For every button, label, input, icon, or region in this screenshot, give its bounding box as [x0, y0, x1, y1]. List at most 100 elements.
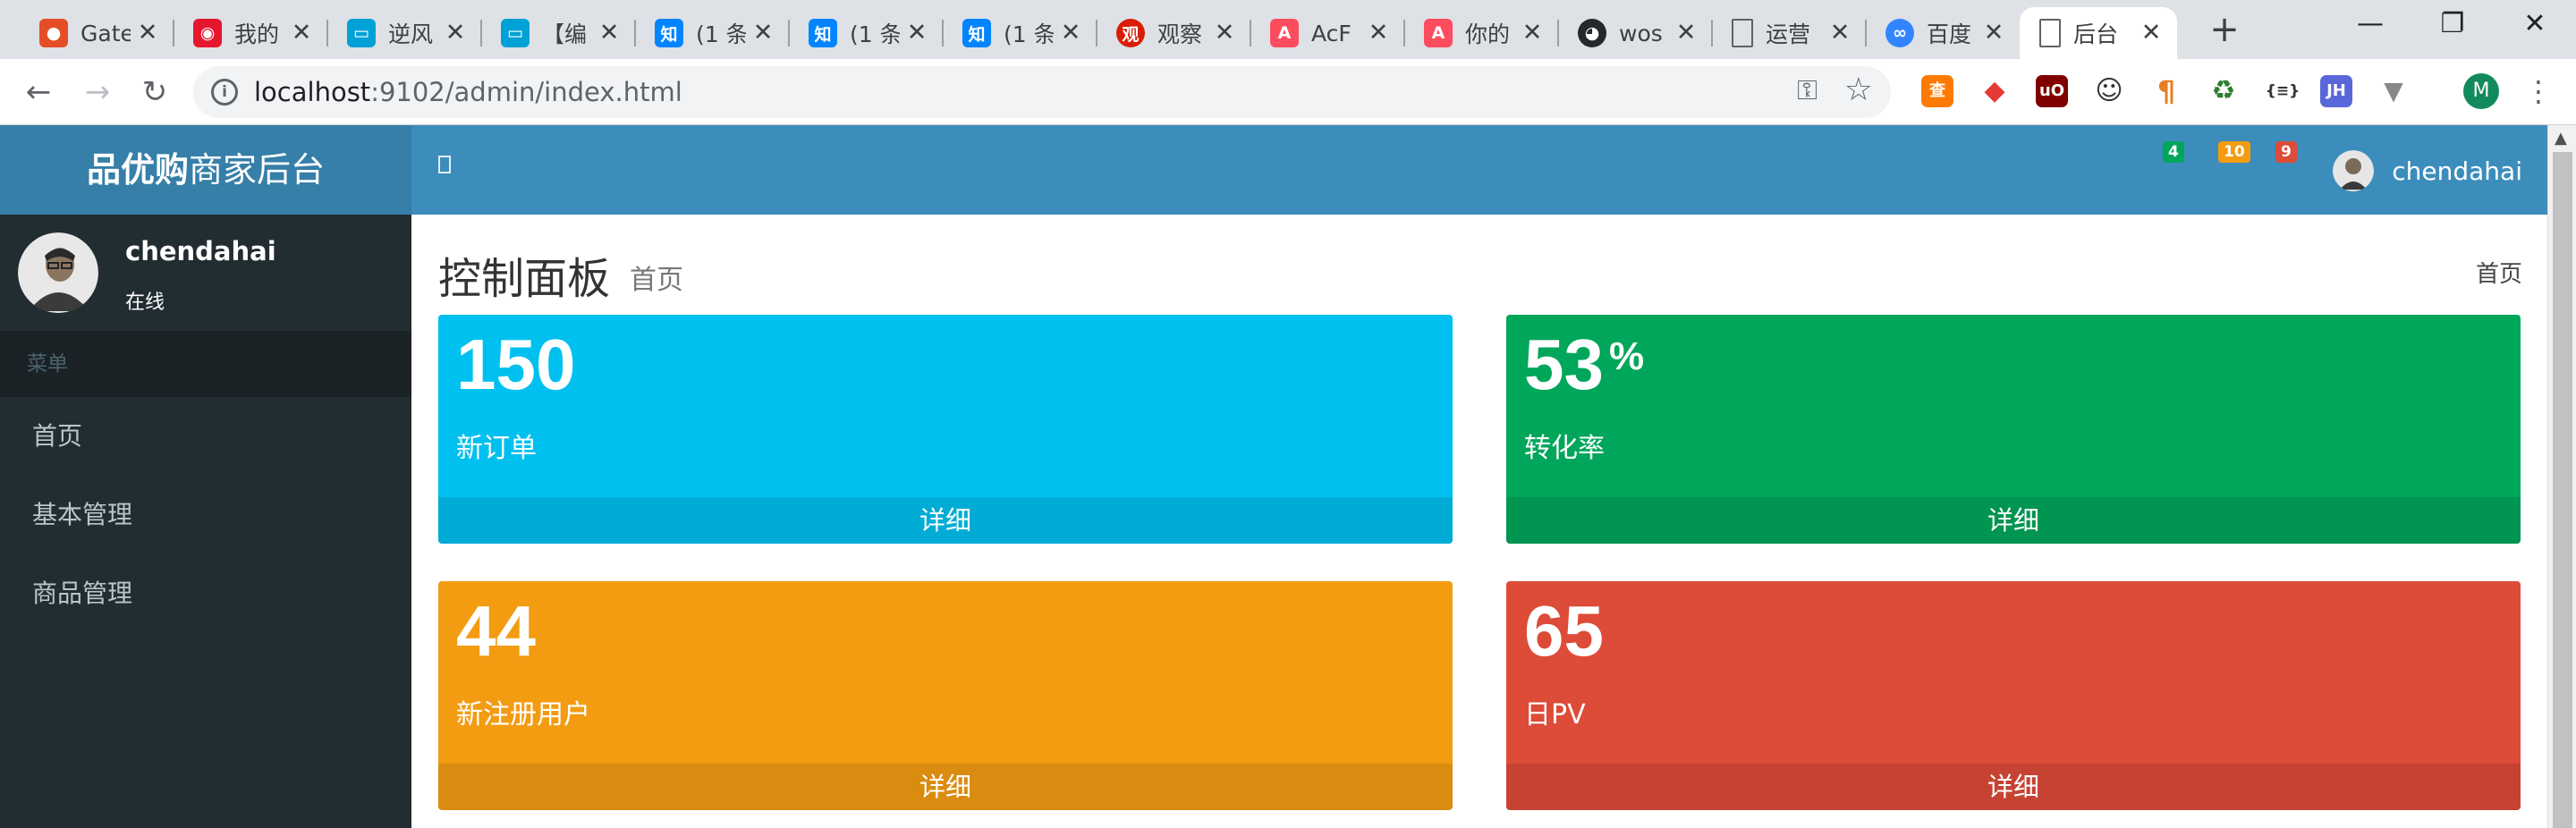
forward-button[interactable]: →	[77, 73, 118, 111]
reload-button[interactable]: ↻	[134, 73, 175, 111]
close-tab-icon[interactable]: ✕	[2138, 20, 2165, 46]
stat-label: 新注册用户	[456, 699, 590, 731]
stat-more-link[interactable]: 详细	[438, 497, 1453, 544]
close-tab-icon[interactable]: ✕	[134, 20, 161, 46]
messages-badge[interactable]: 4	[2163, 141, 2184, 163]
close-tab-icon[interactable]: ✕	[1980, 20, 2007, 46]
sidebar-item-goods-management[interactable]: 商品管理	[0, 554, 411, 633]
close-tab-icon[interactable]: ✕	[903, 20, 930, 46]
github-icon: ◕	[1578, 19, 1606, 47]
browser-tab-active[interactable]: 后台 ✕	[2020, 7, 2177, 59]
address-bar[interactable]: i localhost:9102/admin/index.html ⚿ ☆	[193, 66, 1891, 118]
browser-tab[interactable]: A AcF ✕	[1250, 7, 1405, 59]
restore-button[interactable]: ❐	[2420, 5, 2485, 43]
url-host: localhost	[254, 77, 371, 107]
extension-json-icon[interactable]: {≡}	[2261, 75, 2304, 107]
stat-label: 日PV	[1524, 699, 1586, 731]
stat-more-link[interactable]: 详细	[1506, 497, 2521, 544]
url-path: :9102/admin/index.html	[370, 77, 682, 107]
baidu-pan-icon: ∞	[1885, 19, 1914, 47]
zhihu-icon: 知	[962, 19, 991, 47]
browser-tab[interactable]: ◉ 我的 ✕	[174, 7, 328, 59]
stat-more-link[interactable]: 详细	[1506, 764, 2521, 810]
site-info-icon[interactable]: i	[211, 79, 238, 106]
stat-label: 转化率	[1524, 433, 1605, 464]
user-avatar	[2333, 150, 2375, 191]
extension-chazidian-icon[interactable]: 查	[1921, 75, 1953, 107]
url-text[interactable]: localhost:9102/admin/index.html	[254, 77, 682, 107]
window-close-button[interactable]: ✕	[2503, 5, 2567, 43]
close-tab-icon[interactable]: ✕	[596, 20, 623, 46]
scrollbar-thumb[interactable]	[2553, 152, 2572, 828]
page-subtitle: 首页	[630, 265, 683, 296]
document-icon	[2039, 19, 2061, 47]
close-tab-icon[interactable]: ✕	[1519, 20, 1546, 46]
browser-tab[interactable]: 知 (1 条 ✕	[943, 7, 1097, 59]
browser-tab[interactable]: 知 (1 条 ✕	[789, 7, 944, 59]
browser-tab[interactable]: ● Gate ✕	[20, 7, 174, 59]
back-button[interactable]: ←	[18, 73, 59, 111]
zhihu-icon: 知	[809, 19, 837, 47]
tab-title: 百度	[1927, 21, 1972, 47]
breadcrumb[interactable]: 首页	[2476, 256, 2522, 289]
stat-number: 150	[456, 325, 576, 404]
browser-tab[interactable]: 运营 ✕	[1712, 7, 1867, 59]
browser-tab-strip: ● Gate ✕ ◉ 我的 ✕ ▭ 逆风 ✕ ▭ 【编 ✕ 知 (1 条 ✕ 知…	[0, 0, 2576, 59]
close-tab-icon[interactable]: ✕	[1826, 20, 1853, 46]
extension-user-icon[interactable]: ☺	[2093, 75, 2125, 107]
weibo-icon: ◉	[193, 19, 222, 47]
page-scrollbar[interactable]: ▲	[2547, 125, 2576, 828]
close-tab-icon[interactable]: ✕	[442, 20, 469, 46]
tab-title: 观察	[1157, 21, 1203, 47]
profile-avatar[interactable]: M	[2463, 73, 2499, 109]
menu-header: 菜单	[0, 331, 411, 397]
close-tab-icon[interactable]: ✕	[1365, 20, 1392, 46]
browser-tab[interactable]: 观 观察 ✕	[1097, 7, 1251, 59]
scroll-up-arrow-icon[interactable]: ▲	[2555, 129, 2567, 148]
stat-box-new-users: 44 新注册用户 详细	[438, 581, 1453, 810]
tab-title: 后台	[2073, 21, 2119, 47]
close-tab-icon[interactable]: ✕	[1057, 20, 1084, 46]
app-logo[interactable]: 品优购商家后台	[0, 125, 411, 215]
browser-tab[interactable]: ▭ 逆风 ✕	[327, 7, 482, 59]
new-tab-button[interactable]: +	[2202, 11, 2247, 48]
sidebar-item-basic-management[interactable]: 基本管理	[0, 476, 411, 554]
stat-more-link[interactable]: 详细	[438, 764, 1453, 810]
user-menu[interactable]: chendahai	[2333, 150, 2522, 191]
bookmark-star-icon[interactable]: ☆	[1844, 72, 1873, 108]
stat-number: 65	[1524, 591, 1604, 671]
browser-tab[interactable]: ∞ 百度 ✕	[1866, 7, 2020, 59]
extension-ublock-icon[interactable]: uO	[2036, 75, 2068, 107]
stat-value: 150	[456, 324, 580, 406]
stat-value: 44	[456, 590, 541, 672]
close-tab-icon[interactable]: ✕	[288, 20, 315, 46]
sidebar-item-home[interactable]: 首页	[0, 397, 411, 476]
tab-title: 【编	[542, 21, 588, 47]
page-title: 控制面板	[438, 254, 611, 304]
minimize-button[interactable]: —	[2338, 5, 2402, 43]
notifications-badge[interactable]: 10	[2218, 141, 2250, 163]
stat-box-daily-pv: 65 日PV 详细	[1506, 581, 2521, 810]
page-viewport: 品优购商家后台 4 10 9 chendahai chendahai 在线 菜单…	[0, 125, 2576, 828]
extension-vue-icon[interactable]: ▼	[2377, 75, 2410, 107]
tasks-badge[interactable]: 9	[2275, 141, 2297, 163]
key-icon[interactable]: ⚿	[1797, 75, 1818, 106]
extension-pilcrow-icon[interactable]: ¶	[2150, 75, 2182, 107]
extension-jh-icon[interactable]: JH	[2320, 75, 2352, 107]
gitee-icon: ●	[39, 19, 68, 47]
sidebar-toggle-icon[interactable]	[438, 156, 451, 173]
browser-tab[interactable]: ▭ 【编 ✕	[481, 7, 636, 59]
browser-tab[interactable]: 知 (1 条 ✕	[635, 7, 790, 59]
acfun-icon: A	[1424, 19, 1453, 47]
browser-menu-icon[interactable]: ⋮	[2524, 72, 2553, 111]
extension-recycle-icon[interactable]: ♻	[2207, 75, 2240, 107]
extension-location-icon[interactable]: ◆	[1979, 75, 2011, 107]
close-tab-icon[interactable]: ✕	[1673, 20, 1699, 46]
browser-tab[interactable]: ◕ wos ✕	[1558, 7, 1713, 59]
close-tab-icon[interactable]: ✕	[750, 20, 776, 46]
main-content: 控制面板 首页 首页 150 新订单 详细 53% 转化率 详细 44 新注册用…	[411, 215, 2547, 828]
browser-tab[interactable]: A 你的 ✕	[1404, 7, 1559, 59]
close-tab-icon[interactable]: ✕	[1211, 20, 1238, 46]
tab-title: 你的	[1465, 21, 1511, 47]
browser-toolbar: ← → ↻ i localhost:9102/admin/index.html …	[0, 59, 2576, 125]
